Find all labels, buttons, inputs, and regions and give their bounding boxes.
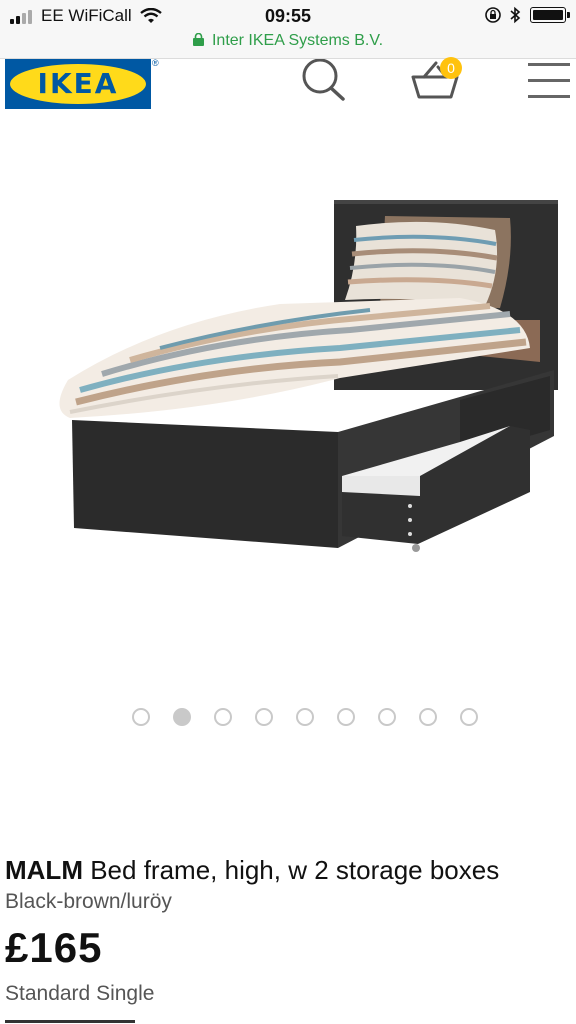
logo-text: IKEA <box>37 67 119 100</box>
ikea-logo[interactable]: IKEA <box>5 59 151 109</box>
basket-count-badge: 0 <box>440 57 462 79</box>
bluetooth-icon <box>510 6 521 24</box>
carousel-dot-active[interactable] <box>173 708 191 726</box>
carousel-dot[interactable] <box>460 708 478 726</box>
carousel-dot[interactable] <box>132 708 150 726</box>
image-carousel-indicator <box>0 706 576 732</box>
lock-icon <box>192 33 204 46</box>
hamburger-icon-line <box>528 95 570 98</box>
size-selector-tab[interactable]: Standard Single <box>5 980 155 1023</box>
menu-button[interactable] <box>522 59 572 105</box>
size-label: Standard Single <box>5 982 155 1005</box>
status-bar: EE WiFiCall 09:55 Inter IKEA Systems B.V… <box>0 0 576 59</box>
carousel-dot[interactable] <box>255 708 273 726</box>
product-title: MALM Bed frame, high, w 2 storage boxes <box>5 852 571 888</box>
carousel-dot[interactable] <box>378 708 396 726</box>
product-name: MALM <box>5 855 83 885</box>
basket-icon <box>411 61 459 99</box>
product-info: MALM Bed frame, high, w 2 storage boxes … <box>5 852 571 1023</box>
carousel-dot[interactable] <box>214 708 232 726</box>
carousel-dot[interactable] <box>419 708 437 726</box>
status-right <box>484 6 570 24</box>
search-icon <box>302 58 345 101</box>
product-description: Bed frame, high, w 2 storage boxes <box>90 855 500 885</box>
site-owner-text: Inter IKEA Systems B.V. <box>211 32 384 49</box>
product-image[interactable] <box>40 180 570 570</box>
battery-icon <box>530 7 570 23</box>
product-price: £165 <box>5 924 103 971</box>
site-identity[interactable]: Inter IKEA Systems B.V. <box>0 32 576 50</box>
orientation-lock-icon <box>485 7 501 23</box>
hamburger-icon-line <box>528 79 570 82</box>
carousel-dot[interactable] <box>337 708 355 726</box>
size-tab-underline <box>5 1020 135 1023</box>
registered-mark: ® <box>152 58 159 68</box>
hamburger-icon-line <box>528 63 570 66</box>
carousel-dot[interactable] <box>296 708 314 726</box>
product-color: Black-brown/luröy <box>5 890 172 913</box>
search-button[interactable] <box>296 58 350 105</box>
site-header: IKEA ® 0 <box>0 57 576 119</box>
basket-button[interactable]: 0 <box>406 57 472 105</box>
